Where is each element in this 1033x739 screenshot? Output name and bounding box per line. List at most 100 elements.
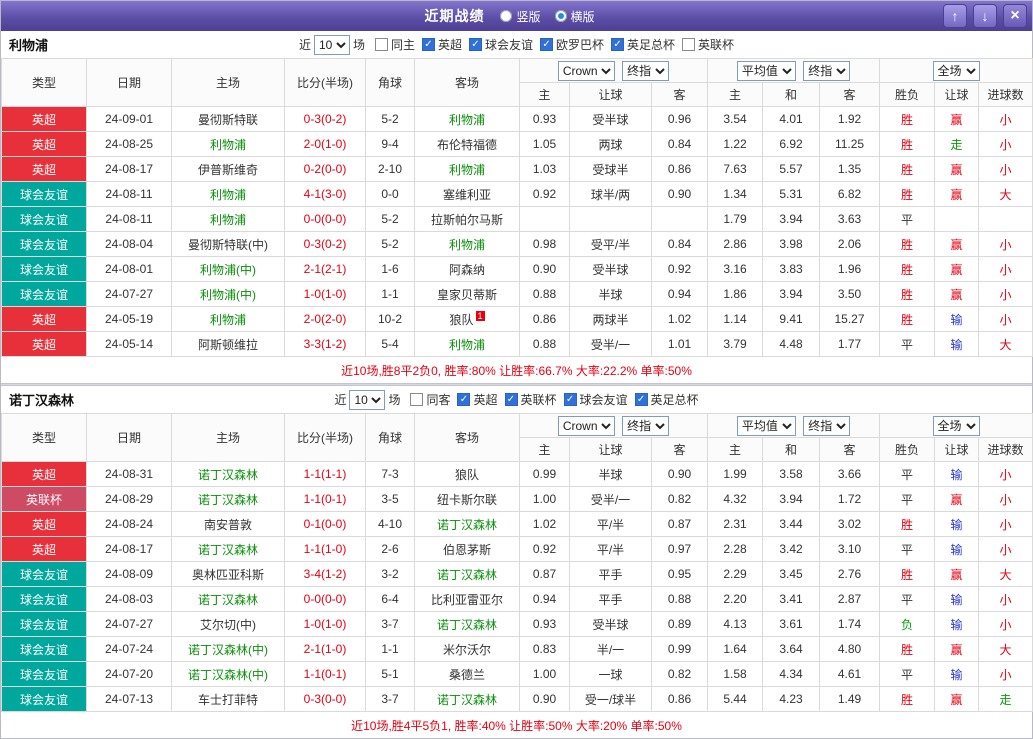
- filter-checkbox-球会友谊[interactable]: ✓ 球会友谊: [563, 391, 628, 408]
- checkbox-label: 英足总杯: [627, 38, 676, 52]
- col-handicap-away: 客: [650, 437, 709, 462]
- odds-stage-select-2[interactable]: 终指: [803, 60, 851, 81]
- col-handicap-result: 让球: [934, 437, 980, 462]
- handicap-line: 平/半: [569, 536, 652, 562]
- avg-home-odds: 2.28: [707, 536, 764, 562]
- handicap-home-odds: 1.00: [519, 486, 570, 512]
- handicap-away-odds: 0.84: [650, 131, 709, 157]
- team-title: 诺丁汉森林: [9, 393, 75, 408]
- avg-home-odds: 3.79: [707, 331, 764, 357]
- goals-result-cell: 小: [978, 306, 1033, 332]
- match-date: 24-05-19: [86, 306, 172, 332]
- avg-home-odds: 2.20: [707, 586, 764, 612]
- match-scope-select[interactable]: 全场: [932, 60, 980, 81]
- home-team: 利物浦: [171, 131, 285, 157]
- view-option-vertical[interactable]: 竖版: [500, 8, 541, 25]
- match-score: 0-3(0-2): [284, 231, 366, 257]
- handicap-result-cell: 赢: [934, 281, 980, 307]
- home-team: 曼彻斯特联: [171, 106, 285, 132]
- odds-stage-select-2[interactable]: 终指: [803, 415, 851, 436]
- avg-home-odds: 1.22: [707, 131, 764, 157]
- odds-stage-select[interactable]: 终指: [622, 60, 670, 81]
- filter-checkbox-球会友谊[interactable]: ✓ 球会友谊: [469, 36, 533, 53]
- result-group: 全场: [879, 58, 1033, 83]
- match-count-select[interactable]: 10: [313, 34, 350, 55]
- corner-score: 10-2: [365, 306, 415, 332]
- match-row: 球会友谊 24-07-27 利物浦(中) 1-0(1-0) 1-1 皇家贝蒂斯 0.88 半球…: [1, 281, 1033, 307]
- match-date: 24-09-01: [86, 106, 172, 132]
- handicap-home-odds: 0.90: [519, 256, 570, 282]
- result-cell: 平: [879, 331, 936, 357]
- filter-checkbox-同客[interactable]: 同客: [410, 391, 450, 408]
- match-score: 0-3(0-0): [284, 686, 366, 712]
- filter-checkbox-英足总杯[interactable]: ✓ 英足总杯: [634, 391, 699, 408]
- avg-away-odds: 3.63: [819, 206, 881, 232]
- match-count-select[interactable]: 10: [349, 389, 386, 410]
- avg-away-odds: 1.77: [819, 331, 881, 357]
- checkbox-label: 球会友谊: [579, 393, 628, 407]
- checkbox-checked-icon: ✓: [421, 38, 435, 51]
- match-score: 0-0(0-0): [284, 206, 366, 232]
- goals-result-cell: 小: [978, 131, 1033, 157]
- avg-home-odds: 1.14: [707, 306, 764, 332]
- corner-score: 5-2: [365, 106, 415, 132]
- match-score: 2-1(2-1): [284, 256, 366, 282]
- away-team: 皇家贝蒂斯: [414, 281, 520, 307]
- avg-odds-select[interactable]: 平均值: [736, 415, 796, 436]
- handicap-line: [569, 206, 652, 232]
- match-row: 球会友谊 24-08-09 奥林匹亚科斯 3-4(1-2) 3-2 诺丁汉森林 0.87 平手…: [1, 561, 1033, 587]
- handicap-home-odds: 0.90: [519, 686, 570, 712]
- handicap-result-cell: 赢: [934, 686, 980, 712]
- league-filter-checkboxes: 同主 ✓ 英超 ✓ 球会友谊 ✓ 欧罗巴杯 ✓ 英足总杯 英联杯: [368, 36, 734, 53]
- away-team: 狼队 1: [414, 306, 520, 332]
- avg-home-odds: 3.54: [707, 106, 764, 132]
- match-score: 3-4(1-2): [284, 561, 366, 587]
- avg-away-odds: 4.61: [819, 661, 881, 687]
- handicap-home-odds: 0.92: [519, 536, 570, 562]
- league-badge: 英超: [1, 156, 87, 182]
- handicap-odds-group: Crown 终指: [518, 413, 709, 438]
- handicap-home-odds: 0.86: [519, 306, 570, 332]
- odds-stage-select[interactable]: 终指: [622, 415, 670, 436]
- match-date: 24-08-11: [86, 206, 172, 232]
- avg-away-odds: 11.25: [819, 131, 881, 157]
- close-button[interactable]: ×: [1003, 4, 1027, 28]
- filter-checkbox-英足总杯[interactable]: ✓ 英足总杯: [611, 36, 675, 53]
- avg-draw-odds: 3.61: [762, 611, 821, 637]
- view-option-horizontal[interactable]: 横版: [554, 8, 595, 25]
- handicap-away-odds: 0.89: [650, 611, 709, 637]
- avg-draw-odds: 3.98: [762, 231, 821, 257]
- scroll-up-button[interactable]: ↑: [943, 4, 967, 28]
- away-team: 纽卡斯尔联: [414, 486, 520, 512]
- filter-near-label: 近: [334, 393, 347, 407]
- league-badge: 球会友谊: [1, 686, 87, 712]
- handicap-away-odds: [650, 206, 709, 232]
- match-row: 球会友谊 24-08-11 利物浦 0-0(0-0) 5-2 拉斯帕尔马斯 1.79 3.94…: [1, 206, 1033, 232]
- handicap-line: 半/一: [569, 636, 652, 662]
- match-score: 1-0(1-0): [284, 611, 366, 637]
- bookmaker-select[interactable]: Crown: [557, 60, 615, 81]
- avg-draw-odds: 3.45: [762, 561, 821, 587]
- league-badge: 球会友谊: [1, 586, 87, 612]
- avg-home-odds: 1.34: [707, 181, 764, 207]
- league-badge: 球会友谊: [1, 561, 87, 587]
- checkbox-checked-icon: ✓: [634, 393, 648, 406]
- result-cell: 胜: [879, 131, 936, 157]
- avg-odds-select[interactable]: 平均值: [736, 60, 796, 81]
- filter-checkbox-英联杯[interactable]: 英联杯: [682, 36, 734, 53]
- match-date: 24-08-03: [86, 586, 172, 612]
- match-scope-select[interactable]: 全场: [932, 415, 980, 436]
- filter-checkbox-英超[interactable]: ✓ 英超: [457, 391, 498, 408]
- col-avg-home: 主: [707, 437, 764, 462]
- bookmaker-select[interactable]: Crown: [557, 415, 615, 436]
- filter-checkbox-欧罗巴杯[interactable]: ✓ 欧罗巴杯: [540, 36, 604, 53]
- match-row: 球会友谊 24-08-01 利物浦(中) 2-1(2-1) 1-6 阿森纳 0.90 受半球 0…: [1, 256, 1033, 282]
- filter-checkbox-英联杯[interactable]: ✓ 英联杯: [504, 391, 557, 408]
- handicap-result-cell: [934, 206, 980, 232]
- filter-checkbox-英超[interactable]: ✓ 英超: [421, 36, 462, 53]
- scroll-down-button[interactable]: ↓: [973, 4, 997, 28]
- filter-checkbox-同主[interactable]: 同主: [374, 36, 415, 53]
- col-score: 比分(半场): [284, 58, 366, 107]
- col-result: 胜负: [879, 82, 936, 107]
- match-score: 1-1(1-0): [284, 536, 366, 562]
